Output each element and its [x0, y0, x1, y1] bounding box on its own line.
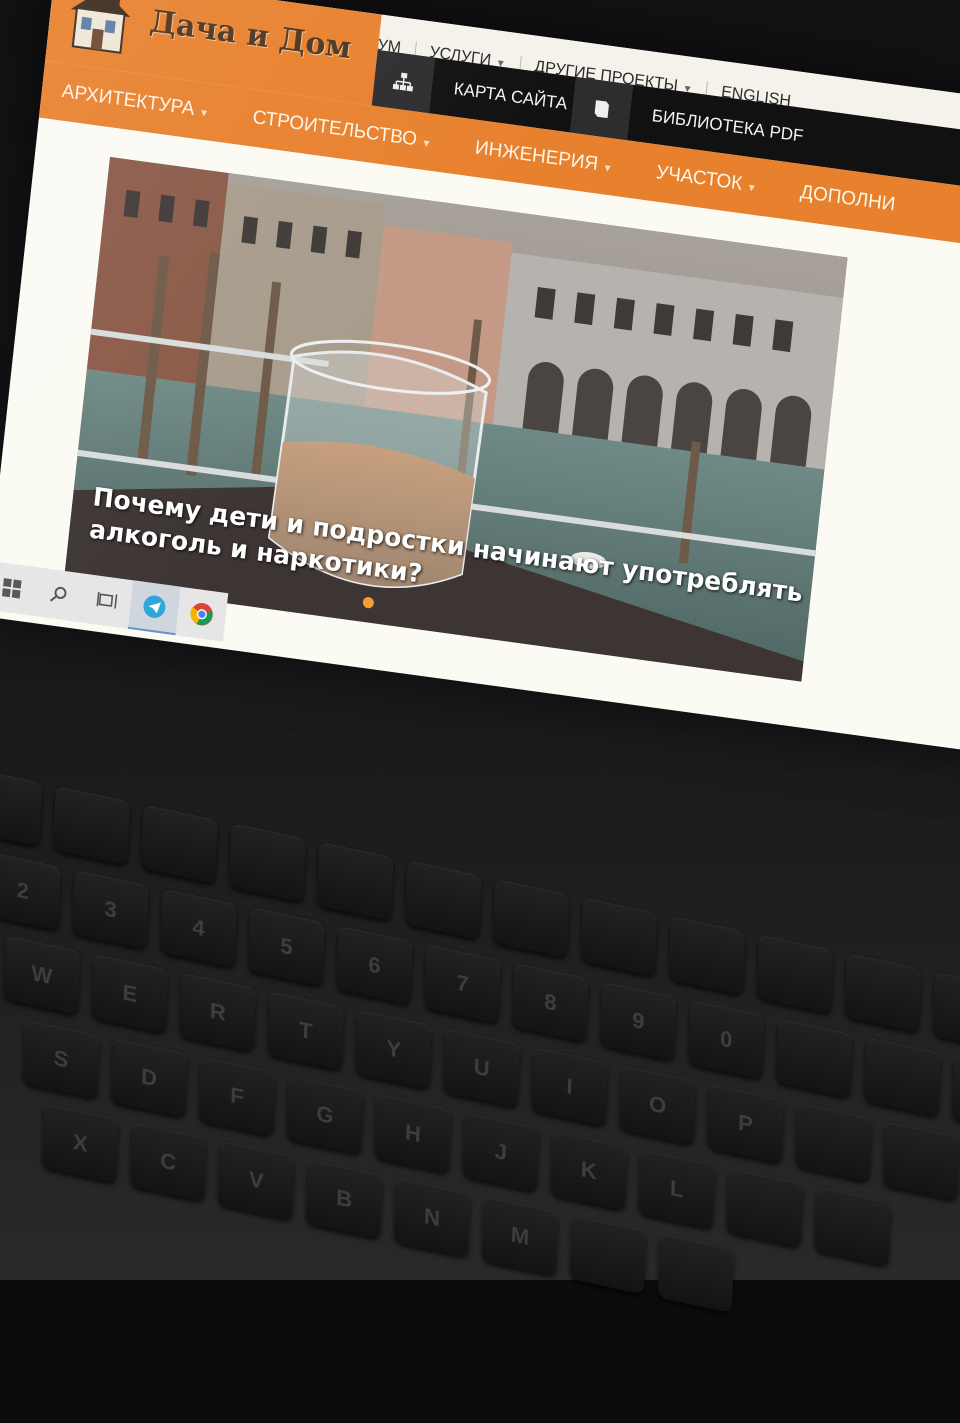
keyboard-key[interactable]: 6 — [336, 925, 413, 1006]
keyboard-key[interactable]: K — [550, 1131, 627, 1211]
keyboard-key[interactable]: 4 — [160, 888, 237, 968]
keyboard-key[interactable] — [756, 934, 834, 1014]
task-view-icon[interactable] — [80, 574, 133, 629]
windows-start-icon[interactable] — [0, 561, 38, 616]
keyboard-key[interactable]: F — [198, 1056, 276, 1137]
keyboard-key[interactable] — [776, 1018, 853, 1098]
keyboard-key[interactable] — [0, 767, 42, 847]
keyboard-key[interactable] — [405, 860, 482, 940]
keyboard-key[interactable] — [864, 1037, 941, 1117]
nav-item-label: ДОПОЛНИ — [799, 181, 897, 216]
nav-item-label: АРХИТЕКТУРА — [60, 80, 196, 121]
keyboard-key[interactable]: S — [23, 1019, 100, 1099]
site-logo-text: Дача и Дом — [147, 3, 354, 67]
keyboard-key[interactable]: 9 — [600, 981, 677, 1061]
keyboard: 234567890 WERTYUIOP SDFGHJKL XCVBNM — [0, 767, 960, 1412]
keyboard-key[interactable]: X — [42, 1103, 119, 1184]
keyboard-key[interactable]: Y — [355, 1009, 432, 1090]
chevron-down-icon: ▼ — [198, 107, 210, 121]
keyboard-key[interactable] — [795, 1102, 872, 1183]
book-icon — [569, 76, 634, 141]
pdf-library-label: БИБЛИОТЕКА PDF — [651, 105, 805, 146]
keyboard-key[interactable]: L — [638, 1149, 715, 1229]
keyboard-key[interactable]: B — [306, 1159, 383, 1239]
nav-item-3[interactable]: УЧАСТОК ▼ — [655, 162, 758, 198]
chevron-down-icon: ▼ — [601, 162, 613, 176]
keyboard-key[interactable]: I — [531, 1047, 608, 1127]
nav-item-4[interactable]: ДОПОЛНИ — [799, 181, 896, 216]
keyboard-key[interactable] — [569, 1215, 647, 1295]
keyboard-key[interactable] — [657, 1233, 735, 1314]
keyboard-key[interactable]: P — [707, 1084, 784, 1164]
house-logo-icon — [70, 0, 131, 54]
chevron-down-icon: ▼ — [746, 182, 758, 195]
keyboard-key[interactable] — [317, 841, 394, 921]
keyboard-key[interactable]: 3 — [72, 870, 149, 950]
keyboard-key[interactable] — [229, 823, 306, 903]
nav-item-1[interactable]: СТРОИТЕЛЬСТВО ▼ — [252, 107, 433, 154]
keyboard-key[interactable]: V — [218, 1140, 295, 1221]
keyboard-key[interactable]: G — [286, 1075, 364, 1155]
nav-item-label: ИНЖЕНЕРИЯ — [473, 137, 600, 176]
keyboard-key[interactable]: 0 — [688, 1000, 765, 1080]
keyboard-key[interactable]: J — [462, 1112, 539, 1192]
keyboard-key[interactable] — [668, 916, 746, 996]
keyboard-key[interactable]: D — [110, 1038, 188, 1118]
keyboard-key[interactable] — [493, 878, 570, 959]
keyboard-key[interactable]: R — [179, 972, 256, 1052]
nav-item-0[interactable]: АРХИТЕКТУРА ▼ — [61, 81, 211, 123]
nav-item-2[interactable]: ИНЖЕНЕРИЯ ▼ — [474, 137, 614, 178]
sitemap-label: КАРТА САЙТА — [453, 78, 569, 113]
keyboard-key[interactable] — [883, 1121, 960, 1201]
keyboard-key[interactable] — [581, 897, 658, 977]
sitemap-icon — [371, 49, 436, 114]
keyboard-key[interactable]: M — [481, 1196, 559, 1276]
keyboard-key[interactable]: N — [393, 1178, 471, 1258]
keyboard-key[interactable]: C — [130, 1122, 207, 1202]
keyboard-key[interactable] — [844, 953, 922, 1033]
keyboard-key[interactable]: 2 — [0, 851, 61, 931]
keyboard-key[interactable] — [952, 1055, 960, 1136]
telegram-icon[interactable] — [127, 580, 181, 636]
nav-item-label: СТРОИТЕЛЬСТВО — [251, 106, 418, 151]
nav-item-label: УЧАСТОК — [655, 161, 744, 195]
search-icon[interactable] — [33, 567, 86, 622]
keyboard-key[interactable] — [726, 1168, 803, 1248]
keyboard-key[interactable]: T — [267, 991, 344, 1071]
keyboard-key[interactable]: W — [3, 935, 81, 1015]
keyboard-key[interactable]: U — [443, 1028, 520, 1108]
keyboard-key[interactable]: H — [374, 1094, 451, 1174]
keyboard-key[interactable]: 5 — [248, 907, 325, 987]
keyboard-key[interactable] — [53, 785, 130, 866]
keyboard-key[interactable] — [932, 971, 960, 1051]
keyboard-key[interactable]: O — [619, 1065, 696, 1145]
keyboard-key[interactable]: E — [91, 954, 168, 1034]
keyboard-key[interactable]: 7 — [424, 944, 501, 1024]
chrome-icon[interactable] — [175, 587, 228, 642]
keyboard-key[interactable] — [141, 804, 218, 884]
chevron-down-icon: ▼ — [420, 137, 432, 151]
keyboard-key[interactable] — [814, 1186, 891, 1267]
keyboard-key[interactable]: 8 — [512, 962, 589, 1043]
